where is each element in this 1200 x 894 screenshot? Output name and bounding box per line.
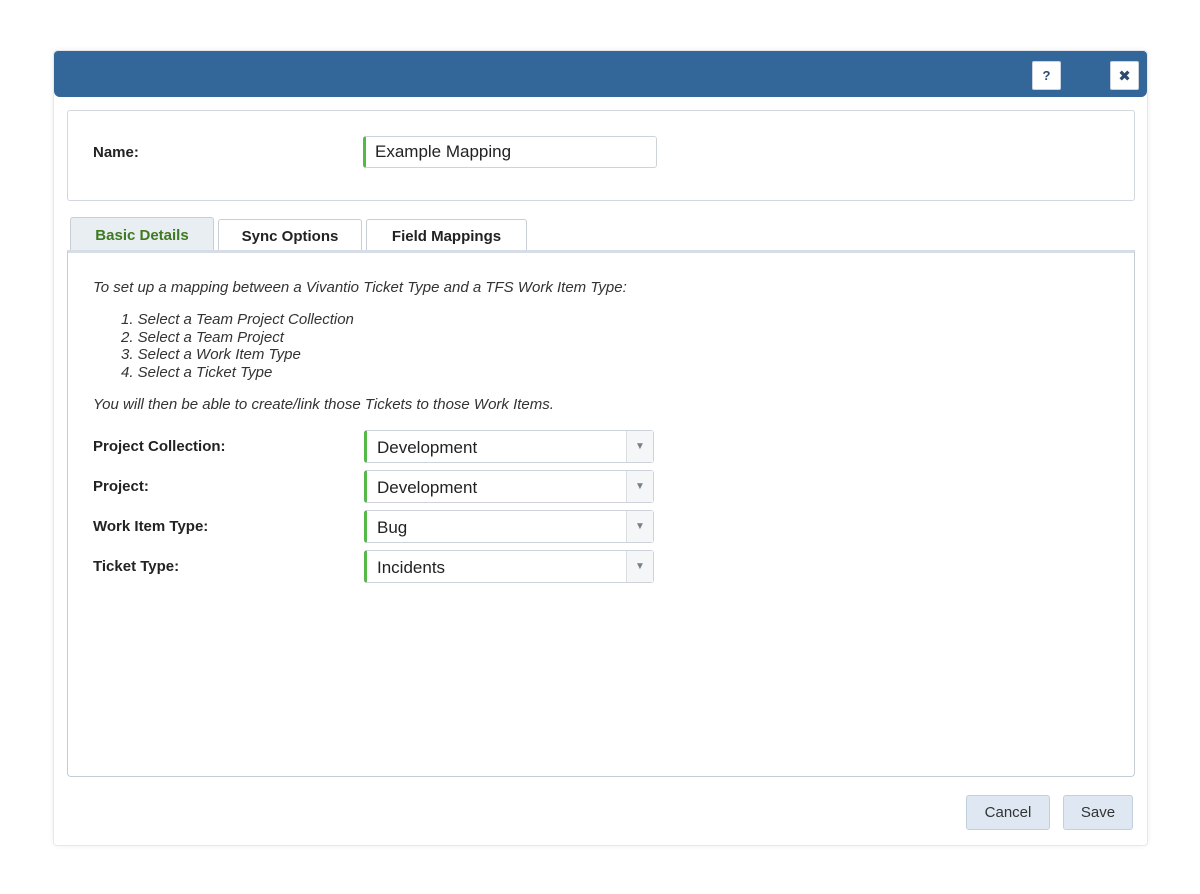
work-item-type-select[interactable]: Bug ▼ xyxy=(364,510,654,543)
work-item-type-label: Work Item Type: xyxy=(93,518,209,535)
step-item: 3. Select a Work Item Type xyxy=(121,346,301,363)
project-value: Development xyxy=(377,478,478,497)
help-icon: ? xyxy=(1042,68,1051,83)
project-collection-label: Project Collection: xyxy=(93,438,226,455)
help-button[interactable]: ? xyxy=(1032,61,1061,90)
project-collection-value: Development xyxy=(377,438,478,457)
dialog-titlebar: ? ✖ xyxy=(54,51,1147,97)
close-button[interactable]: ✖ xyxy=(1110,61,1139,90)
chevron-down-icon[interactable]: ▼ xyxy=(626,551,653,582)
steps-list: 1. Select a Team Project Collection 2. S… xyxy=(121,311,354,381)
basic-details-panel: To set up a mapping between a Vivantio T… xyxy=(67,250,1135,777)
chevron-down-icon[interactable]: ▼ xyxy=(626,471,653,502)
intro-text: To set up a mapping between a Vivantio T… xyxy=(93,279,627,296)
name-panel: Name: Example Mapping xyxy=(67,110,1135,201)
work-item-type-value: Bug xyxy=(377,518,408,537)
ticket-type-label: Ticket Type: xyxy=(93,558,180,575)
ticket-type-select[interactable]: Incidents ▼ xyxy=(364,550,654,583)
cancel-button[interactable]: Cancel xyxy=(966,795,1050,830)
step-item: 2. Select a Team Project xyxy=(121,328,284,346)
project-select[interactable]: Development ▼ xyxy=(364,470,654,503)
name-label: Name: xyxy=(93,144,139,161)
step-item: 1. Select a Team Project Collection xyxy=(121,311,354,328)
tab-field-mappings[interactable]: Field Mappings xyxy=(366,219,527,252)
ticket-type-value: Incidents xyxy=(377,558,446,577)
tab-bar: Basic Details Sync Options Field Mapping… xyxy=(70,217,531,253)
name-input[interactable]: Example Mapping xyxy=(363,136,657,168)
tab-basic-details[interactable]: Basic Details xyxy=(70,217,214,252)
step-item: 4. Select a Ticket Type xyxy=(121,363,273,381)
save-button[interactable]: Save xyxy=(1063,795,1133,830)
project-label: Project: xyxy=(93,478,149,495)
project-collection-select[interactable]: Development ▼ xyxy=(364,430,654,463)
chevron-down-icon[interactable]: ▼ xyxy=(626,431,653,462)
tab-sync-options[interactable]: Sync Options xyxy=(218,219,362,252)
close-icon: ✖ xyxy=(1118,67,1131,85)
mapping-dialog: ? ✖ Name: Example Mapping Basic Details … xyxy=(53,50,1148,846)
outro-text: You will then be able to create/link tho… xyxy=(93,396,554,413)
chevron-down-icon[interactable]: ▼ xyxy=(626,511,653,542)
